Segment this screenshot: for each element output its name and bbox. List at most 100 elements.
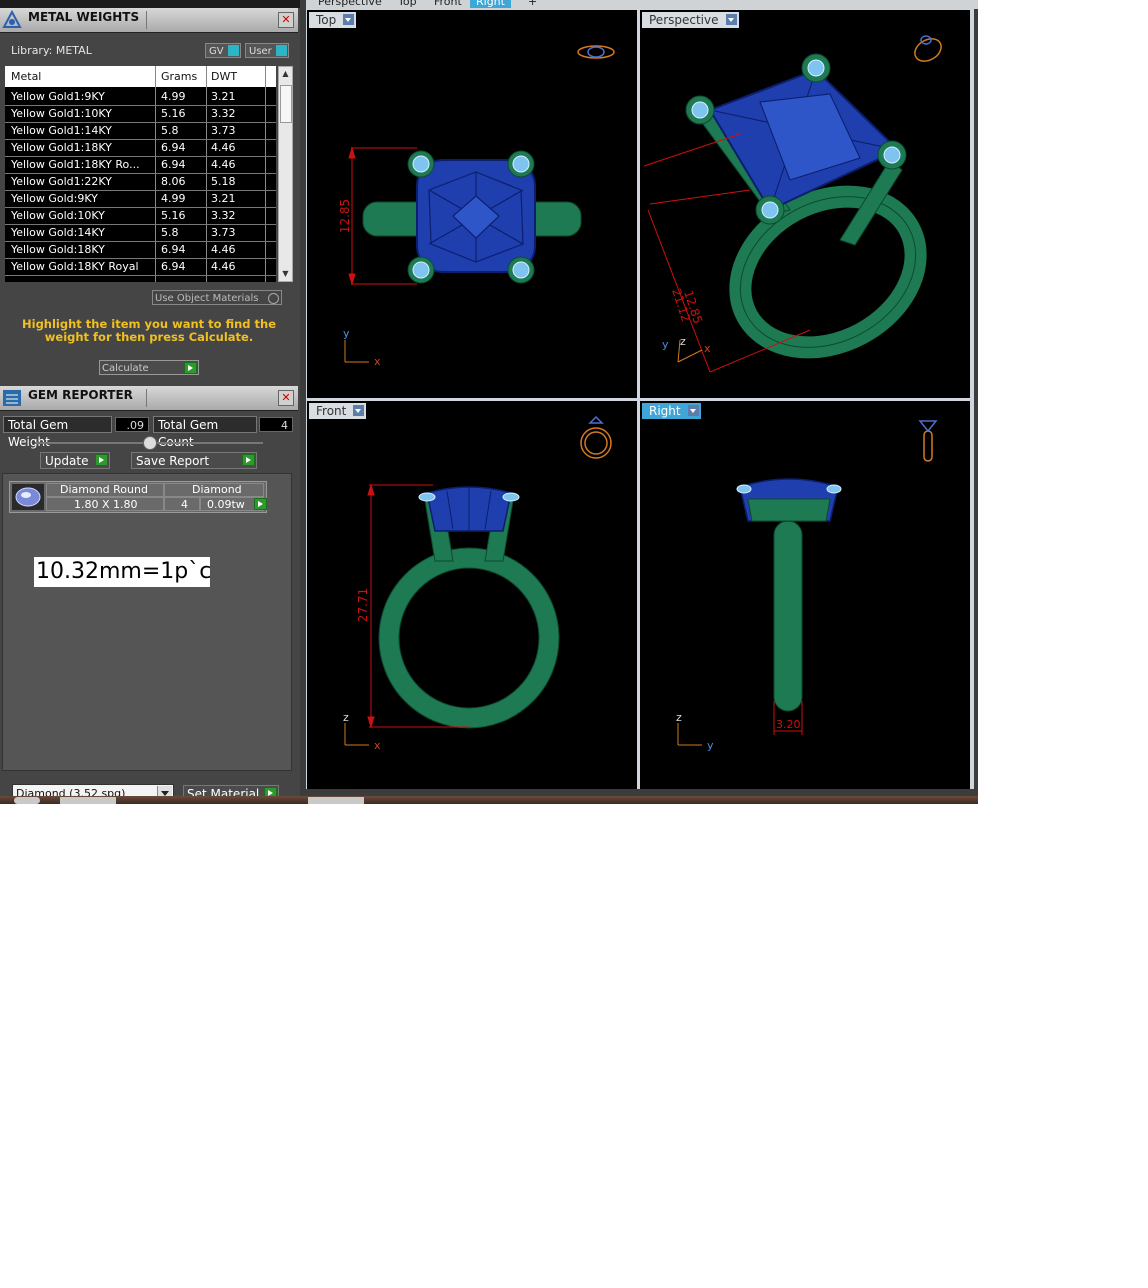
total-gem-weight-label: Total Gem Weight [3,416,112,449]
viewport-label-right[interactable]: Right [642,403,701,419]
taskbar-item[interactable] [60,797,116,804]
front-view-ring: 27.71 z x [343,415,612,752]
save-report-button[interactable]: Save Report [131,452,257,469]
library-label: Library: METAL [11,44,92,57]
tab-front[interactable]: Front [428,0,468,8]
viewport-label-perspective[interactable]: Perspective [642,12,739,28]
gem-count: 4 [181,498,188,511]
table-row[interactable]: Yellow Gold1:10KY 5.16 3.32 [5,105,276,123]
scroll-thumb[interactable] [280,85,292,123]
cell-metal: Yellow Gold:18KY [11,243,105,256]
metal-weights-header: METAL WEIGHTS ✕ [0,8,298,33]
panel-collapse-icon[interactable] [143,436,157,450]
gv-toggle[interactable]: GV [205,43,241,58]
scroll-down-icon[interactable]: ▼ [279,267,292,281]
start-button[interactable] [14,797,40,804]
column-header-grams[interactable]: Grams [161,70,197,83]
gem-list-item[interactable]: Diamond Round Diamond 1.80 X 1.80 4 0.09… [9,481,267,513]
diamond-round-icon [12,484,44,510]
cell-grams: 5.8 [161,226,179,239]
cell-metal: Yellow Gold1:18KY Ro... [11,158,140,171]
cell-grams: 6.94 [161,260,186,273]
axis-indicator [344,340,369,363]
cell-grams: 6.94 [161,158,186,171]
axis-z-label: z [343,711,349,724]
table-row[interactable]: Yellow Gold1:9KY 4.99 3.21 [5,88,276,106]
total-gem-count-label: Total Gem Count [153,416,257,449]
axis-z-label: z [680,335,686,348]
update-label: Update [45,454,89,468]
calculate-label: Calculate [102,363,149,374]
update-button[interactable]: Update [40,452,110,469]
save-report-label: Save Report [136,454,210,468]
front-dimension-label: 27.71 [356,588,370,622]
close-icon[interactable]: ✕ [278,390,294,406]
viewport-label-text: Top [316,13,337,27]
ring-orientation-icon [580,415,612,459]
top-dimension-label: 12.85 [338,199,352,233]
cell-dwt: 3.21 [211,90,236,103]
viewport-label-front[interactable]: Front [309,403,367,419]
cell-metal: Yellow Gold1:14KY [11,124,112,137]
gem-list: Diamond Round Diamond 1.80 X 1.80 4 0.09… [2,473,292,771]
table-row[interactable]: Yellow Gold1:14KY 5.8 3.73 [5,122,276,140]
cell-metal: Yellow Gold:9KY [11,192,98,205]
gv-toggle-indicator [228,45,239,56]
table-row[interactable]: Yellow Gold:9KY 4.99 3.21 [5,190,276,208]
viewport-label-text: Perspective [649,13,719,27]
play-arrow-icon [95,454,108,466]
cell-metal: Yellow Gold1:18KY [11,141,112,154]
perspective-view-ring: 21.12 12.85 y z x [643,35,942,373]
user-toggle-label: User [249,46,272,57]
calculate-hint: Highlight the item you want to find the … [22,317,276,344]
add-tab-icon[interactable]: + [522,0,543,8]
axis-x-label: x [374,355,381,368]
cell-dwt: 4.46 [211,158,236,171]
close-icon[interactable]: ✕ [278,12,294,28]
viewport-label-text: Front [316,404,347,418]
column-header-dwt[interactable]: DWT [211,70,237,83]
cell-grams: 6.94 [161,243,186,256]
tab-top[interactable]: Top [392,0,423,8]
cell-metal: Yellow Gold:18KY Royal [11,260,139,273]
axis-x-label: x [704,342,711,355]
table-row[interactable]: Yellow Gold:18KY 6.94 4.46 [5,241,276,259]
tab-right[interactable]: Right [470,0,511,8]
user-toggle[interactable]: User [245,43,289,58]
left-toolbar-strip [0,0,300,15]
scroll-up-icon[interactable]: ▲ [279,67,292,81]
axis-y-label: y [343,327,350,340]
table-row[interactable]: Yellow Gold1:22KY 8.06 5.18 [5,173,276,191]
cell-metal: Yellow Gold1:10KY [11,107,112,120]
axis-indicator [677,723,702,746]
viewport-right[interactable]: 3.20 z y Right [640,401,970,789]
top-view-ring: 12.85 y x [338,45,615,368]
table-row[interactable]: Yellow Gold:14KY 5.8 3.73 [5,224,276,242]
cell-grams: 5.8 [161,124,179,137]
use-object-materials-toggle[interactable]: Use Object Materials [152,290,282,305]
column-header-metal[interactable]: Metal [11,70,41,83]
cell-metal: Yellow Gold:10KY [11,209,105,222]
metal-table-scrollbar[interactable]: ▲ ▼ [278,66,293,282]
calculate-button[interactable]: Calculate [99,360,199,375]
cell-dwt: 3.21 [211,192,236,205]
header-divider [146,11,147,29]
tab-perspective[interactable]: Perspective [312,0,388,8]
chevron-down-icon [343,14,355,25]
table-row[interactable]: Yellow Gold:18KY Royal 6.94 4.46 [5,258,276,276]
viewport-top[interactable]: 12.85 y x Top [307,10,637,398]
play-arrow-icon[interactable] [254,498,267,510]
table-row[interactable]: Yellow Gold1:18KY 6.94 4.46 [5,139,276,157]
table-row[interactable]: Yellow Gold:10KY 5.16 3.32 [5,207,276,225]
viewport-perspective[interactable]: 21.12 12.85 y z x Perspective [640,10,970,398]
table-row[interactable]: Yellow Gold1:18KY Ro... 6.94 4.46 [5,156,276,174]
cell-dwt: 3.32 [211,209,236,222]
viewport-front[interactable]: 27.71 z x Front [307,401,637,789]
cell-dwt: 4.46 [211,260,236,273]
windows-taskbar [0,796,978,804]
metal-table-header: Metal Grams DWT [5,66,276,87]
total-gem-count-value: 4 [259,417,293,432]
viewport-label-top[interactable]: Top [309,12,357,28]
right-dimension-label: 3.20 [776,718,801,731]
taskbar-item[interactable] [308,797,364,804]
